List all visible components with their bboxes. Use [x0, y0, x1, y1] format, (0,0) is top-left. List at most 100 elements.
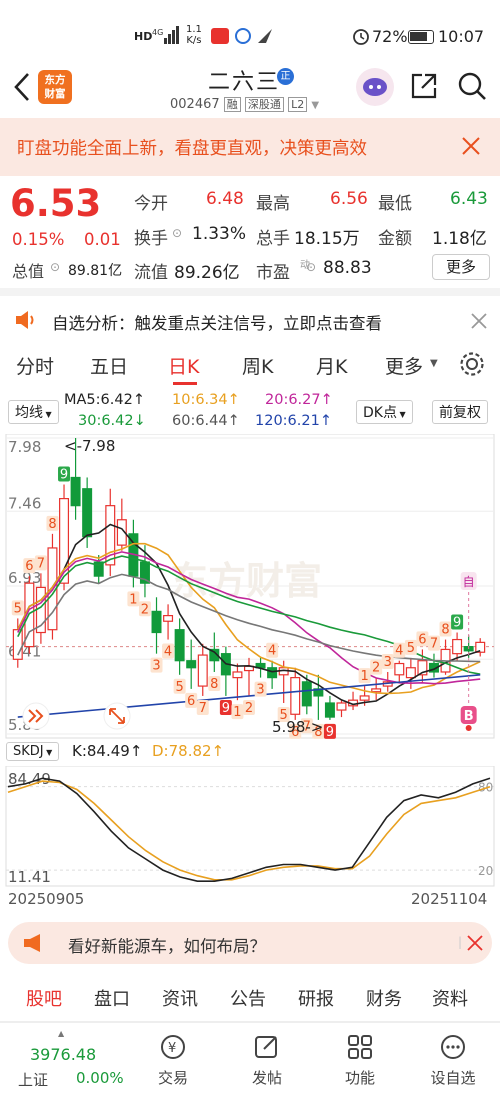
status-badge: 正 — [277, 68, 294, 85]
dk-point-select[interactable]: DK点 ▼ — [356, 400, 413, 424]
tab-daily-k[interactable]: 日K — [168, 352, 199, 379]
low-label: 最低 — [378, 194, 412, 214]
tab-more[interactable]: 更多 — [385, 352, 423, 379]
caret-up-icon[interactable]: ▲ — [58, 1029, 64, 1038]
close-icon[interactable] — [460, 135, 482, 157]
stock-header: 东方 财富 二六三 正 002467 融 深股通 L2 ▼ — [0, 56, 500, 118]
promo-banner[interactable]: 看好新能源车，如何布局？ | — [8, 922, 492, 964]
skdj-select[interactable]: SKDJ ▼ — [6, 742, 60, 761]
index-value[interactable]: 3976.48 — [30, 1045, 96, 1064]
gear-icon[interactable] — [458, 350, 486, 378]
signal-label: 自 — [463, 575, 475, 589]
candle-body — [163, 615, 174, 622]
change-percent: 0.15% — [12, 230, 65, 249]
turnover-label: 换手 — [134, 229, 168, 249]
index-change[interactable]: 0.00% — [76, 1069, 124, 1087]
tab-financials[interactable]: 财务 — [366, 985, 402, 1011]
info-icon[interactable]: ⊙ — [50, 260, 60, 274]
candle-body — [232, 671, 243, 679]
nav-functions[interactable]: 功能 — [325, 1033, 395, 1088]
candle-body — [290, 677, 301, 715]
promo-text: 看好新能源车，如何布局？ — [68, 937, 266, 956]
tab-five-day[interactable]: 五日 — [90, 352, 128, 379]
share-icon[interactable] — [408, 70, 440, 102]
nav-trade-label: 交易 — [157, 1069, 188, 1087]
candlestick-chart[interactable]: 7.987.466.936.415.88东方财富56 789123456 789 1 2… — [0, 434, 500, 740]
skdj-chart[interactable]: 84.4911.418020 — [0, 766, 500, 888]
search-icon[interactable] — [456, 70, 488, 102]
tab-weekly-k[interactable]: 周K — [242, 352, 273, 379]
info-icon[interactable]: ⊙ — [306, 260, 316, 274]
skdj-20-label: 20 — [478, 864, 493, 878]
min-price-label: 5.98-> — [272, 718, 323, 736]
tab-order-book[interactable]: 盘口 — [94, 985, 130, 1011]
index-name[interactable]: 上证 — [18, 1069, 48, 1090]
skdj-name: SKDJ — [13, 744, 44, 759]
banner-text: 盯盘功能全面上新，看盘更直观，决策更高效 — [17, 139, 367, 159]
analysis-notice[interactable]: 自选分析：触发重点关注信号，立即点击查看 — [0, 288, 500, 342]
robot-assistant-icon[interactable] — [356, 68, 394, 106]
nav-add-watchlist[interactable]: 设自选 — [418, 1033, 488, 1088]
notice-text: 自选分析：触发重点关注信号，立即点击查看 — [52, 314, 382, 333]
close-icon[interactable] — [470, 312, 488, 330]
clock: 10:07 — [438, 27, 485, 46]
feature-banner[interactable]: 盯盘功能全面上新，看盘更直观，决策更高效 — [0, 118, 500, 176]
separator: | — [458, 935, 463, 949]
td-count-label: 2 — [372, 661, 380, 676]
candle-body — [371, 688, 382, 693]
change-amount: 0.01 — [84, 230, 121, 249]
nav-trade[interactable]: ¥ 交易 — [138, 1033, 208, 1088]
td-count-label: 8 — [48, 517, 56, 532]
active-tab-indicator — [173, 382, 197, 385]
alarm-icon — [352, 27, 370, 45]
td-count-label: 1 — [233, 705, 241, 720]
chevron-down-icon[interactable]: ▼ — [311, 100, 319, 111]
more-dots-icon — [439, 1033, 467, 1061]
back-arrow-icon[interactable] — [10, 70, 34, 104]
tab-news[interactable]: 资讯 — [162, 985, 198, 1011]
tab-monthly-k[interactable]: 月K — [316, 352, 347, 379]
signal-icon: 4G — [152, 26, 180, 44]
tab-profile[interactable]: 资料 — [432, 985, 468, 1011]
candle-body — [174, 629, 185, 662]
buy-signal-dot — [465, 725, 472, 731]
quote-panel: 6.53 0.15% 0.01 今开 6.48 最高 6.56 最低 6.43 … — [0, 176, 500, 288]
ma-type-select[interactable]: 均线 ▼ — [8, 400, 59, 424]
td-count-label: 9 — [60, 468, 68, 483]
svg-text:4G: 4G — [152, 28, 163, 37]
td-count-label: 4 — [164, 645, 172, 660]
adjust-select[interactable]: 前复权 — [432, 400, 488, 424]
candle-body — [359, 695, 370, 701]
info-icon[interactable]: ⊙ — [172, 226, 182, 240]
td-count-label: 7 — [430, 637, 438, 652]
info-tabs: 股吧 盘口 资讯 公告 研报 财务 资料 — [0, 972, 500, 1022]
skdj-bottom-label: 11.41 — [8, 868, 51, 886]
start-date: 20250905 — [8, 890, 85, 908]
ma120-label: 120:6.21↑ — [255, 413, 332, 429]
nav-post[interactable]: 发帖 — [232, 1033, 302, 1088]
tab-announcements[interactable]: 公告 — [230, 985, 266, 1011]
app-logo[interactable]: 东方 财富 — [38, 70, 72, 104]
ma20-label: 20:6.27↑ — [265, 392, 333, 408]
candle-body — [452, 638, 463, 655]
tab-research[interactable]: 研报 — [298, 985, 334, 1011]
nav-post-label: 发帖 — [251, 1069, 282, 1087]
close-icon[interactable] — [467, 935, 483, 951]
amount-value: 1.18亿 — [432, 229, 487, 249]
more-button[interactable]: 更多 — [432, 254, 490, 280]
skdj-frame — [5, 766, 495, 887]
td-count-label: 8 — [441, 623, 449, 638]
td-count-label: 5 — [407, 641, 415, 656]
net-speed: 1.1 K/s — [186, 24, 202, 46]
td-count-label: 8 — [210, 677, 218, 692]
td-count-label: 7 — [199, 701, 207, 716]
skdj-d-label: D:78.82↑ — [152, 742, 225, 760]
edit-icon — [253, 1033, 281, 1061]
stock-name: 二六三 — [208, 70, 281, 95]
tab-intraday[interactable]: 分时 — [16, 352, 54, 379]
end-date: 20251104 — [411, 890, 488, 908]
tab-forum[interactable]: 股吧 — [26, 985, 62, 1011]
mktcap-label: 总值 — [12, 262, 45, 281]
screen: HD 4G 1.1 K/s 72% 10:07 东方 财富 二六三 正 0024… — [0, 0, 500, 1111]
candle-body — [301, 681, 312, 707]
